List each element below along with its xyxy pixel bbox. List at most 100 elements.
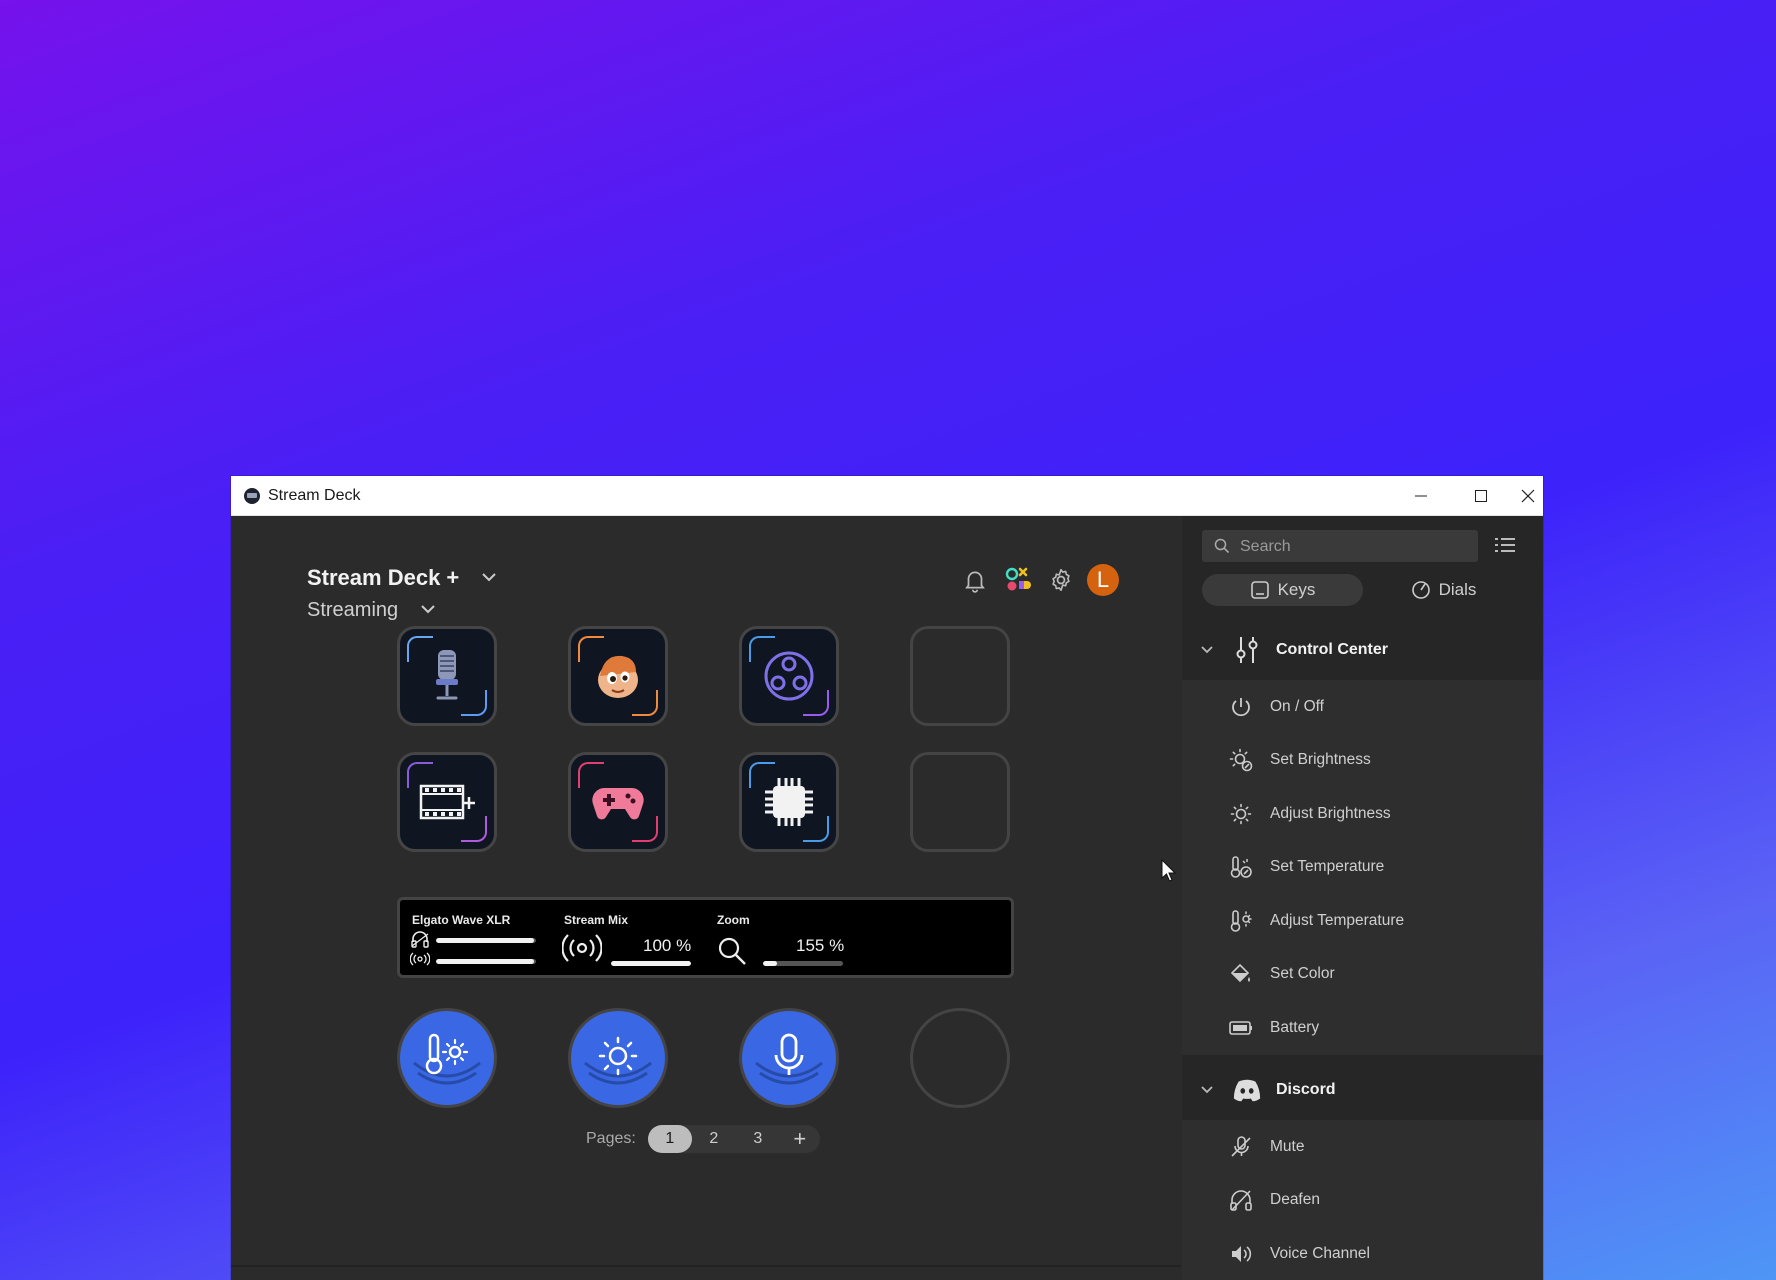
key-cpu-monitor[interactable] [739,752,839,852]
chevron-down-icon [1201,646,1213,654]
key-empty-2[interactable] [910,752,1010,852]
action-mute[interactable]: Mute [1182,1120,1543,1174]
search-icon [1214,538,1230,554]
marketplace-button[interactable] [1001,563,1035,597]
action-adjust-brightness[interactable]: Adjust Brightness [1182,787,1543,841]
device-chevron-down-icon[interactable] [481,572,497,582]
action-label: Battery [1270,1018,1320,1036]
maximize-icon [1475,489,1487,502]
stream-deck-window: Stream Deck Stream Deck + Streaming L El… [231,476,1543,1280]
close-button[interactable] [1513,476,1543,515]
power-icon [1232,697,1250,716]
action-set-color[interactable]: Set Color [1182,948,1543,1002]
gamepad-icon [592,788,644,820]
minimize-button[interactable] [1391,476,1451,515]
minimize-icon [1415,495,1427,496]
action-label: Set Color [1270,965,1335,983]
mascot-emote-icon [598,655,638,698]
action-voice-channel[interactable]: Voice Channel [1182,1227,1543,1280]
page-selector: 1 2 3 + [647,1125,820,1153]
key-empty-1[interactable] [910,626,1010,726]
mic-level-fill [436,959,534,964]
tab-dials[interactable]: Dials [1363,574,1524,606]
dial-brightness[interactable] [568,1008,668,1108]
stream-mix-level-fill [611,961,691,966]
dial-brightness-icon [584,1036,652,1085]
brightness-icon [1230,803,1252,825]
add-page-button[interactable]: + [780,1125,820,1153]
account-button[interactable]: L [1086,563,1120,597]
action-battery[interactable]: Battery [1182,1001,1543,1055]
chevron-down-icon [1201,1086,1213,1094]
zoom-level-bar[interactable] [763,961,843,966]
key-game-controller[interactable] [568,752,668,852]
headphone-level-fill [436,938,534,943]
marketplace-icon [1005,567,1031,591]
discord-icon [1233,1079,1261,1102]
section-control-center[interactable]: Control Center [1182,620,1543,680]
list-view-icon[interactable] [1495,536,1515,554]
zoom-level-fill [763,961,778,966]
action-set-brightness[interactable]: Set Brightness [1182,734,1543,788]
broadcast-icon [410,952,430,966]
device-canvas: Stream Deck + Streaming L Elgato Wave XL… [231,516,1181,1280]
film-add-icon [419,784,475,820]
action-adjust-temperature[interactable]: Adjust Temperature [1182,894,1543,948]
microphone-icon [436,650,458,700]
mouse-cursor-icon [1161,859,1177,882]
page-3-button[interactable]: 3 [736,1125,780,1153]
settings-button[interactable] [1044,563,1078,597]
paint-bucket-icon [1230,964,1250,983]
set-temperature-icon [1230,856,1252,879]
maximize-button[interactable] [1451,476,1511,515]
device-selector-label[interactable]: Stream Deck + [307,565,459,591]
action-label: Adjust Brightness [1270,804,1391,822]
zoom-label: Zoom [717,913,750,927]
headphone-level-bar[interactable] [436,938,536,943]
cpu-chip-icon [765,778,813,826]
action-label: Mute [1270,1137,1305,1155]
keys-dials-toggle: Keys Dials [1202,574,1524,606]
action-on-off[interactable]: On / Off [1182,680,1543,734]
footer-divider [231,1265,1181,1267]
profile-chevron-down-icon[interactable] [420,604,436,614]
stream-mix-broadcast-icon [562,934,602,962]
action-label: Voice Channel [1270,1244,1370,1262]
action-set-temperature[interactable]: Set Temperature [1182,841,1543,895]
dial-temperature[interactable] [397,1008,497,1108]
key-microphone[interactable] [397,626,497,726]
action-label: Set Temperature [1270,858,1385,876]
headphones-icon [411,931,429,948]
key-add-clip[interactable] [397,752,497,852]
dial-microphone[interactable] [739,1008,839,1108]
section-discord[interactable]: Discord [1182,1060,1543,1120]
action-deafen[interactable]: Deafen [1182,1174,1543,1228]
control-center-items: On / Off Set Brightness Adjust Brightnes… [1182,680,1543,1055]
action-label: On / Off [1270,697,1324,715]
tab-keys[interactable]: Keys [1202,574,1363,606]
dial-empty[interactable] [910,1008,1010,1108]
page-2-button[interactable]: 2 [692,1125,736,1153]
close-icon [1521,489,1535,502]
deafen-icon [1230,1190,1252,1212]
touch-strip[interactable]: Elgato Wave XLR Stream Mix 100 % Zoom 15… [397,897,1014,978]
search-input[interactable] [1238,530,1472,564]
actions-sidebar: Keys Dials Control Center On / Off Set B… [1182,516,1543,1280]
battery-icon [1229,1020,1252,1035]
bell-icon [965,571,985,593]
temperature-icon [1230,909,1252,932]
tab-dials-label: Dials [1438,580,1477,599]
dial-temperature-icon [413,1033,481,1085]
dial-icon [1411,581,1430,599]
discord-items: Mute Deafen Voice Channel [1182,1120,1543,1280]
key-mascot-emote[interactable] [568,626,668,726]
mic-level-bar[interactable] [436,959,536,964]
avatar: L [1087,564,1119,596]
stream-mix-level-bar[interactable] [611,961,691,966]
page-1-button[interactable]: 1 [647,1125,692,1153]
tab-keys-label: Keys [1277,580,1316,599]
notifications-button[interactable] [958,563,992,597]
key-obs[interactable] [739,626,839,726]
zoom-value: 155 % [796,936,845,955]
profile-selector-label[interactable]: Streaming [307,599,398,622]
